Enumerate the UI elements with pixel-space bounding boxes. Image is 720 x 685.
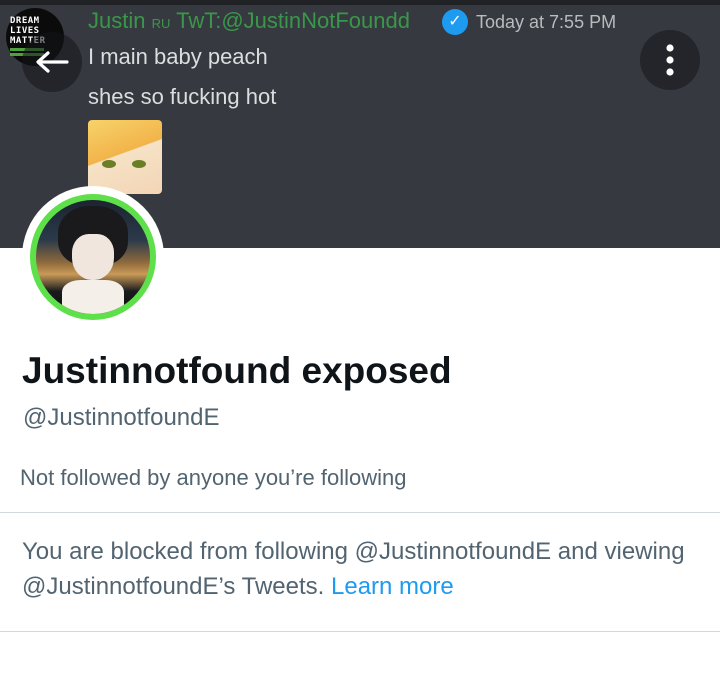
more-vertical-icon [666, 44, 674, 76]
emote-eye [102, 160, 116, 168]
emote-eye [132, 160, 146, 168]
message-line-2: shes so fucking hot [88, 84, 277, 109]
message-line-1: I main baby peach [88, 44, 268, 69]
message-author: Justin RU TwT:@JustinNotFoundd [88, 8, 410, 34]
banner-top-bar [0, 0, 720, 5]
message-timestamp: Today at 7:55 PM [476, 12, 617, 32]
author-tag: RU [151, 16, 171, 31]
profile-avatar[interactable] [22, 186, 164, 328]
verified-badge-icon: ✓ [442, 9, 468, 35]
section-divider [0, 512, 720, 513]
author-name: Justin [88, 8, 146, 33]
followers-you-know-note: Not followed by anyone you’re following [20, 465, 407, 490]
avatar-face [72, 234, 114, 280]
badge-line-1: DREAM [10, 16, 40, 26]
avatar-shirt [62, 280, 124, 314]
author-rest: TwT:@JustinNotFoundd [176, 8, 410, 33]
section-divider [0, 631, 720, 632]
blocked-notice: You are blocked from following @Justinno… [22, 534, 702, 604]
arrow-left-icon [36, 51, 69, 73]
back-button[interactable] [22, 32, 82, 92]
anime-emote-image [88, 120, 162, 194]
profile-handle: @JustinnotfoundE [23, 404, 220, 431]
avatar-green-ring [30, 194, 156, 320]
learn-more-link[interactable]: Learn more [331, 573, 454, 600]
profile-display-name: Justinnotfound exposed [22, 350, 452, 391]
more-options-button[interactable] [640, 30, 700, 90]
avatar-image [36, 200, 150, 314]
